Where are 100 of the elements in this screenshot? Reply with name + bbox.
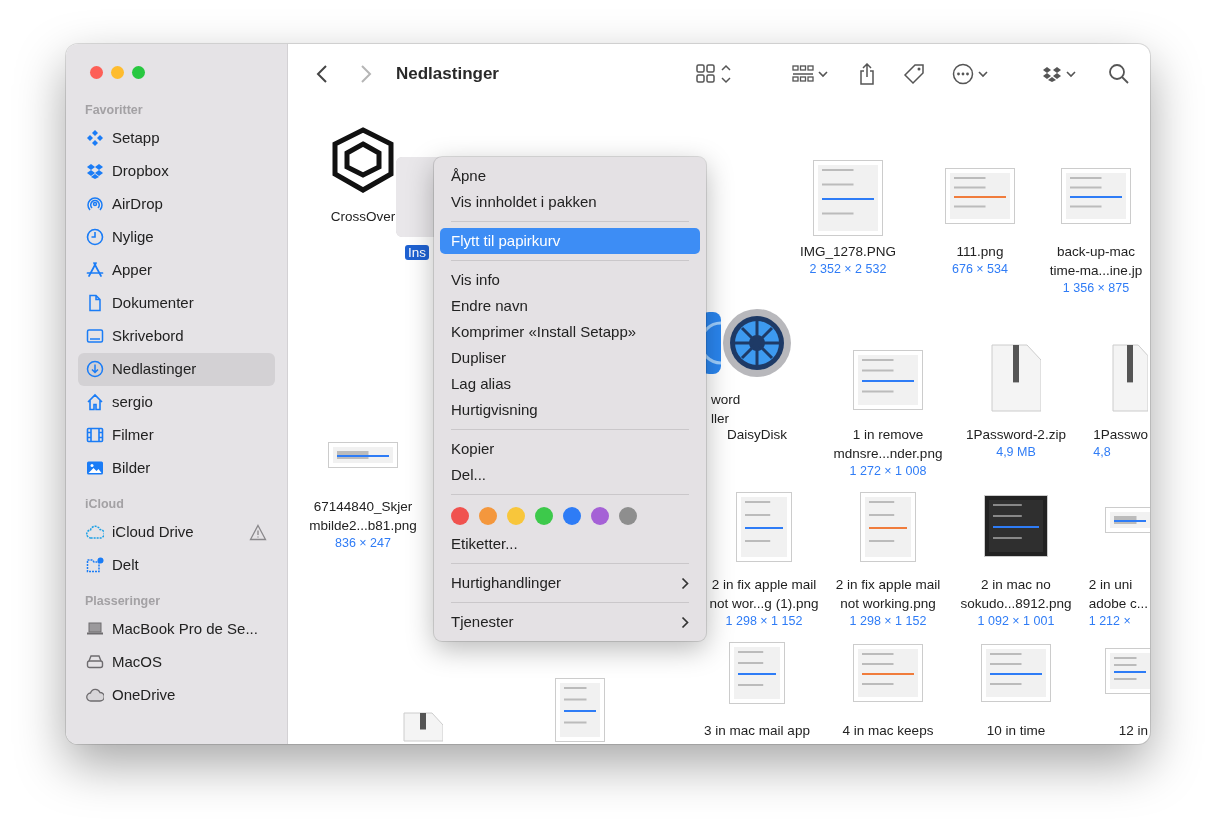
forward-icon [360, 64, 372, 84]
caret-icon [978, 70, 988, 78]
menu-item[interactable]: Vis innholdet i pakken [440, 189, 700, 215]
file-name[interactable]: word [711, 392, 741, 407]
file-name[interactable]: back-up-mac [1057, 244, 1135, 259]
sidebar-item[interactable]: Nylige [78, 220, 275, 254]
file-thumbnail-drawing [729, 642, 785, 704]
file-info: 1 356 × 875 [1062, 281, 1130, 295]
tag-dot[interactable] [507, 507, 525, 525]
file-name[interactable]: 67144840_Skjer [313, 499, 413, 514]
file-name[interactable]: adobe c... [1088, 596, 1148, 611]
sidebar-item[interactable]: Bilder [78, 451, 275, 485]
photo-icon [86, 459, 104, 478]
back-icon [316, 64, 328, 84]
group-icon [792, 63, 814, 85]
file-name[interactable]: 3 in mac mail app [704, 723, 810, 738]
menu-item[interactable]: Endre navn [440, 293, 700, 319]
search-icon [1108, 63, 1130, 85]
file-thumbnail-drawing [853, 644, 923, 702]
sidebar-item[interactable]: Apper [78, 253, 275, 287]
file-name[interactable]: 10 in time [986, 723, 1046, 738]
file-name[interactable]: 2 in mac no [981, 577, 1051, 592]
file-name[interactable]: 12 in [1118, 723, 1148, 738]
setapp-icon [86, 129, 104, 148]
file-name[interactable]: 2 in uni [1088, 577, 1133, 592]
sidebar-item[interactable]: Filmer [78, 418, 275, 452]
menu-item[interactable]: Tjenester [440, 609, 700, 635]
sidebar-item[interactable]: Nedlastinger [78, 352, 275, 386]
file-info: 4,8 [1093, 445, 1111, 459]
file-name[interactable]: mbilde2...b81.png [309, 518, 417, 533]
sidebar-item[interactable]: Skrivebord [78, 319, 275, 353]
tag-dot[interactable] [591, 507, 609, 525]
file-name[interactable]: 111.png [956, 244, 1004, 259]
download-icon [86, 360, 104, 379]
menu-item[interactable]: Åpne [440, 163, 700, 189]
file-name[interactable]: DaisyDisk [727, 427, 787, 442]
laptop-icon [86, 619, 104, 638]
tag-dot[interactable] [619, 507, 637, 525]
file-name[interactable]: 1 in remove [852, 427, 924, 442]
file-info: 1 092 × 1 001 [977, 614, 1055, 628]
document-icon [86, 294, 104, 313]
file-name[interactable]: ller [711, 411, 729, 426]
file-name[interactable]: not working.png [840, 596, 936, 611]
file-name[interactable]: 1Password-2.zip [966, 427, 1066, 442]
film-icon [86, 426, 104, 445]
file-thumbnail-drawing [1061, 168, 1131, 224]
file-thumbnail-drawing [981, 644, 1051, 702]
sidebar-item[interactable]: MacBook Pro de Se... [78, 612, 275, 646]
zoom-button[interactable] [132, 66, 145, 79]
close-button[interactable] [90, 66, 103, 79]
file-info: 1 212 × [1088, 614, 1131, 628]
file-name[interactable]: not wor...g (1).png [709, 596, 819, 611]
home-icon [86, 393, 104, 412]
sidebar-item[interactable]: Setapp [78, 121, 275, 155]
menu-item[interactable]: Lag alias [440, 371, 700, 397]
menu-item[interactable]: Etiketter... [440, 531, 700, 557]
grid-icon [696, 63, 732, 85]
sidebar-item[interactable]: MacOS [78, 645, 275, 679]
tag-dot[interactable] [563, 507, 581, 525]
cloud-icon [86, 523, 104, 541]
file-info: 1 272 × 1 008 [849, 464, 927, 478]
file-name[interactable]: 1Passwo [1093, 427, 1148, 442]
sidebar-item[interactable]: AirDrop [78, 187, 275, 221]
zip-file-icon [991, 344, 1041, 412]
caret-icon [1066, 70, 1076, 78]
file-name[interactable]: sokudo...8912.png [960, 596, 1072, 611]
menu-item[interactable]: Dupliser [440, 345, 700, 371]
tag-dot[interactable] [451, 507, 469, 525]
file-name[interactable]: 2 in fix apple mail [711, 577, 817, 592]
file-name[interactable]: time-ma...ine.jp [1049, 263, 1143, 278]
file-name[interactable]: 4 in mac keeps [842, 723, 934, 738]
file-info: 836 × 247 [335, 536, 391, 550]
caret-icon [818, 70, 828, 78]
sidebar-item[interactable]: Dokumenter [78, 286, 275, 320]
sidebar-item[interactable]: iCloud Drive [78, 515, 275, 549]
clock-icon [86, 228, 104, 247]
file-name[interactable]: IMG_1278.PNG [799, 244, 896, 259]
menu-item[interactable]: Del... [440, 462, 700, 488]
file-name[interactable]: 2 in fix apple mail [835, 577, 941, 592]
tag-dot[interactable] [479, 507, 497, 525]
file-thumbnail-drawing [984, 495, 1048, 557]
menu-item[interactable]: Vis info [440, 267, 700, 293]
file-name[interactable]: CrossOver [330, 209, 396, 224]
menu-item[interactable]: Kopier [440, 436, 700, 462]
file-info: 1 298 × 1 152 [849, 614, 927, 628]
file-name[interactable]: mdnsre...nder.png [833, 446, 943, 461]
menu-item[interactable]: Komprimer «Install Setapp» [440, 319, 700, 345]
file-name[interactable]: Ins [405, 245, 429, 260]
tag-dot[interactable] [535, 507, 553, 525]
menu-item[interactable]: Hurtigvisning [440, 397, 700, 423]
sidebar-item[interactable]: sergio [78, 385, 275, 419]
sidebar-item[interactable]: OneDrive [78, 678, 275, 712]
file-info: 4,9 MB [996, 445, 1036, 459]
sidebar-item[interactable]: Delt [78, 548, 275, 582]
section-heading: iCloud [84, 495, 125, 513]
share-icon [858, 63, 876, 85]
disk-app-icon [722, 308, 792, 378]
menu-item[interactable]: Hurtighandlinger [440, 570, 700, 596]
file-info: 2 352 × 2 532 [809, 262, 887, 276]
sidebar-item[interactable]: Dropbox [78, 154, 275, 188]
